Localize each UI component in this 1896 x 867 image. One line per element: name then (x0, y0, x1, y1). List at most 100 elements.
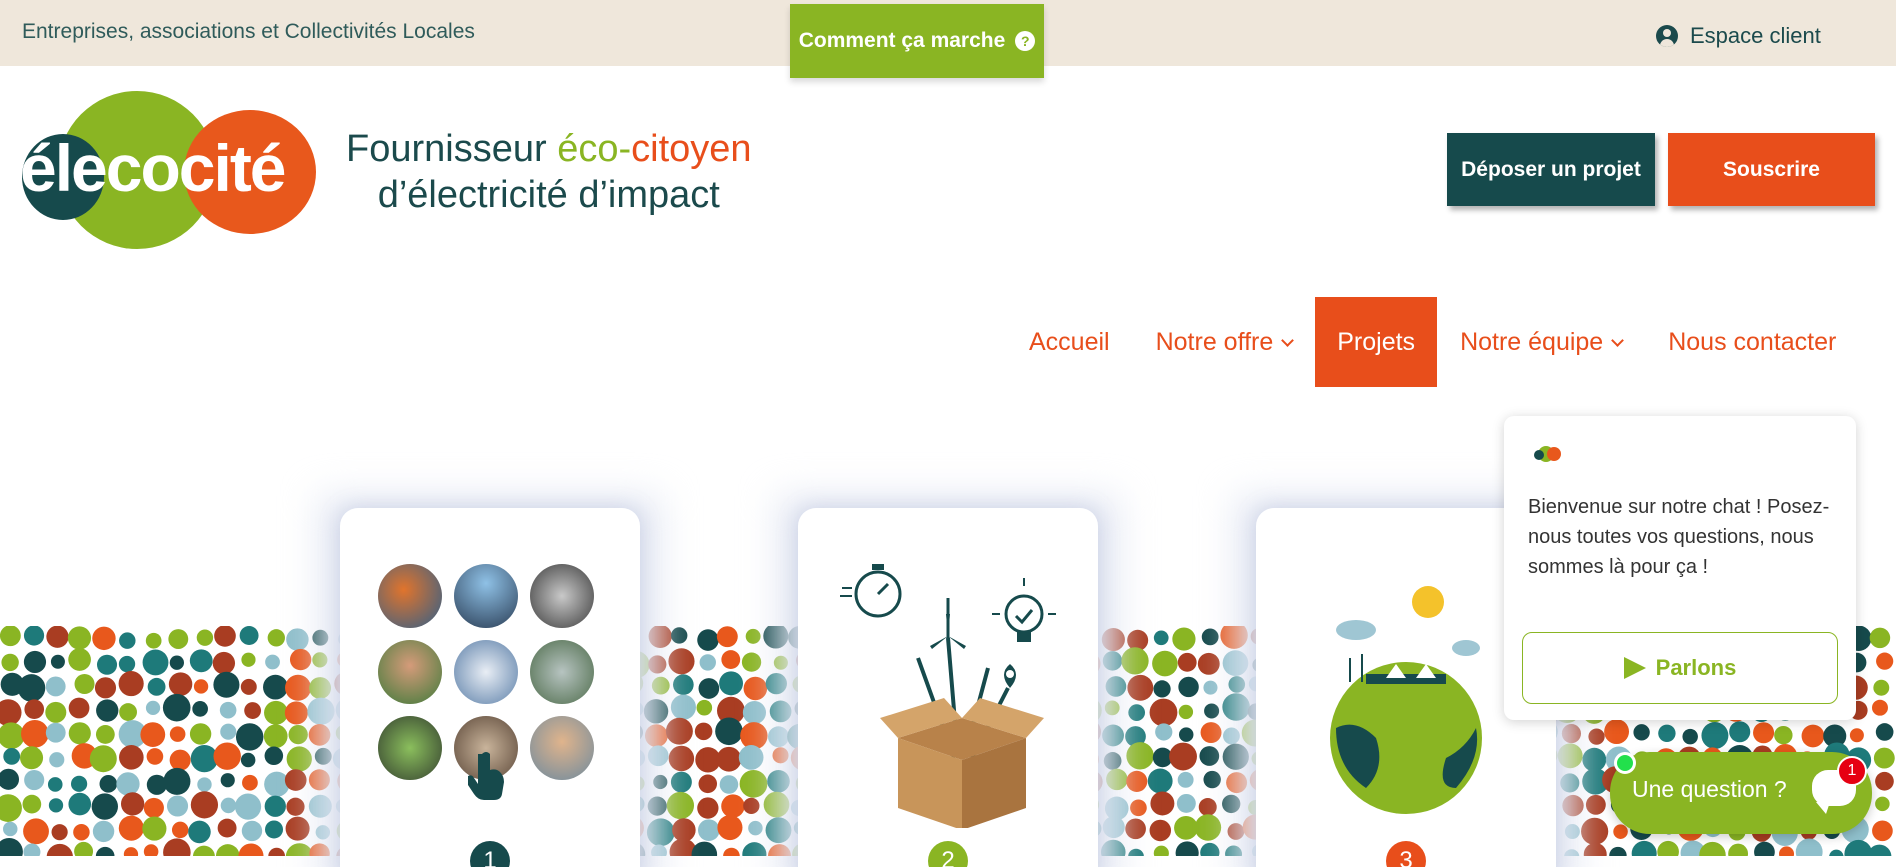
decorative-dot (716, 746, 742, 772)
decorative-dot (213, 742, 241, 770)
nav-item-notre-offre[interactable]: Notre offre (1133, 297, 1316, 387)
decorative-dot (171, 821, 189, 839)
decorative-dot (698, 774, 718, 794)
decorative-dot (739, 769, 768, 798)
decorative-dot (96, 699, 119, 722)
decorative-dot (23, 843, 41, 856)
brand-logo[interactable]: élecocité (20, 88, 316, 249)
decorative-dot (719, 671, 744, 696)
decorative-dot (1585, 794, 1606, 815)
decorative-dot (0, 768, 20, 790)
decorative-dot (215, 844, 240, 856)
decorative-dot (1795, 838, 1823, 856)
project-photo (530, 716, 594, 780)
decorative-dot (217, 818, 237, 838)
decorative-dot (142, 816, 167, 841)
decorative-dot (1176, 793, 1196, 813)
decorative-dot (146, 748, 164, 765)
chat-start-button[interactable]: Parlons (1522, 632, 1838, 704)
decorative-dot (1682, 728, 1698, 745)
decorative-dot (740, 722, 768, 750)
decorative-dot (1869, 627, 1891, 649)
chevron-down-icon (1611, 333, 1625, 347)
decorative-dot (1779, 846, 1795, 856)
nav-item-accueil[interactable]: Accueil (1006, 297, 1133, 387)
decorative-dot (671, 627, 688, 644)
chat-welcome-message: Bienvenue sur notre chat ! Posez-nous to… (1528, 496, 1830, 578)
decorative-dot (0, 699, 22, 726)
decorative-dot (73, 823, 90, 841)
decorative-dot (1583, 842, 1607, 856)
decorative-dot (1172, 627, 1196, 651)
decorative-dot (285, 843, 314, 856)
decorative-dot (1169, 742, 1197, 771)
decorative-dot (145, 700, 161, 716)
decorative-dot (1876, 652, 1894, 670)
decorative-dot (240, 752, 256, 768)
hand-pointer-icon (468, 752, 504, 800)
subscribe-button[interactable]: Souscrire (1668, 133, 1875, 206)
chat-welcome-popup: Bienvenue sur notre chat ! Posez-nous to… (1504, 416, 1856, 720)
decorative-dot (1147, 768, 1173, 794)
decorative-dot (51, 824, 68, 841)
decorative-dot (1701, 722, 1729, 750)
decorative-dot (46, 626, 69, 648)
nav-item-notre-equipe[interactable]: Notre équipe (1437, 297, 1645, 387)
stopwatch-icon (840, 564, 902, 618)
decorative-dot (19, 746, 44, 770)
decorative-dot (23, 650, 47, 674)
decorative-dot (267, 629, 285, 647)
unread-count-badge: 1 (1837, 756, 1867, 786)
decorative-dot (49, 752, 65, 768)
decorative-dot (284, 701, 308, 725)
decorative-dot (1149, 819, 1172, 842)
decorative-dot (1153, 630, 1169, 646)
decorative-dot (145, 632, 162, 649)
decorative-dot (21, 719, 49, 748)
topbar-tagline: Entreprises, associations et Collectivit… (22, 20, 475, 43)
client-area-link[interactable]: Espace client (1656, 22, 1821, 50)
project-photo (378, 564, 442, 628)
decorative-dot (672, 818, 696, 842)
decorative-dot (1754, 841, 1775, 856)
decorative-dot (1199, 746, 1220, 766)
decorative-dot (94, 677, 117, 699)
decorative-dot (219, 701, 237, 719)
how-it-works-button[interactable]: Comment ça marche ? (790, 4, 1044, 78)
decorative-dot (1149, 698, 1178, 727)
deposit-project-button[interactable]: Déposer un projet (1447, 133, 1655, 206)
project-photo (378, 640, 442, 704)
nav-item-nous-contacter[interactable]: Nous contacter (1645, 297, 1859, 387)
nav-item-label: Projets (1337, 327, 1416, 356)
project-photo (530, 564, 594, 628)
decorative-dot (189, 723, 212, 745)
decorative-dot (162, 693, 191, 722)
decorative-dot (89, 745, 117, 773)
decorative-dot (1774, 725, 1793, 745)
main-nav: Accueil Notre offre Projets Notre équipe… (1006, 297, 1859, 387)
chat-brand-logo (1534, 446, 1561, 462)
decorative-dot (285, 674, 312, 701)
decorative-dot (1128, 704, 1146, 721)
cloud-icon (1452, 640, 1480, 656)
decorative-dot (95, 725, 115, 744)
decorative-dot (723, 847, 740, 856)
decorative-dot (286, 628, 309, 651)
decorative-dot (1197, 652, 1220, 675)
decorative-dot (168, 629, 189, 649)
decorative-dot (1178, 676, 1199, 698)
decorative-dot (665, 717, 693, 745)
decorative-dot (116, 772, 140, 796)
decorative-dot (118, 655, 136, 673)
question-icon: ? (1015, 31, 1036, 51)
decorative-dot (45, 701, 67, 723)
decorative-dot (289, 648, 312, 671)
decorative-dot (1203, 680, 1218, 695)
decorative-dot (1873, 679, 1890, 696)
decorative-dot (238, 843, 264, 856)
client-area-label: Espace client (1690, 23, 1821, 48)
decorative-dot (220, 723, 237, 740)
nav-item-projets[interactable]: Projets (1315, 297, 1438, 387)
cloud-icon (1336, 620, 1376, 640)
decorative-dot (717, 815, 743, 841)
